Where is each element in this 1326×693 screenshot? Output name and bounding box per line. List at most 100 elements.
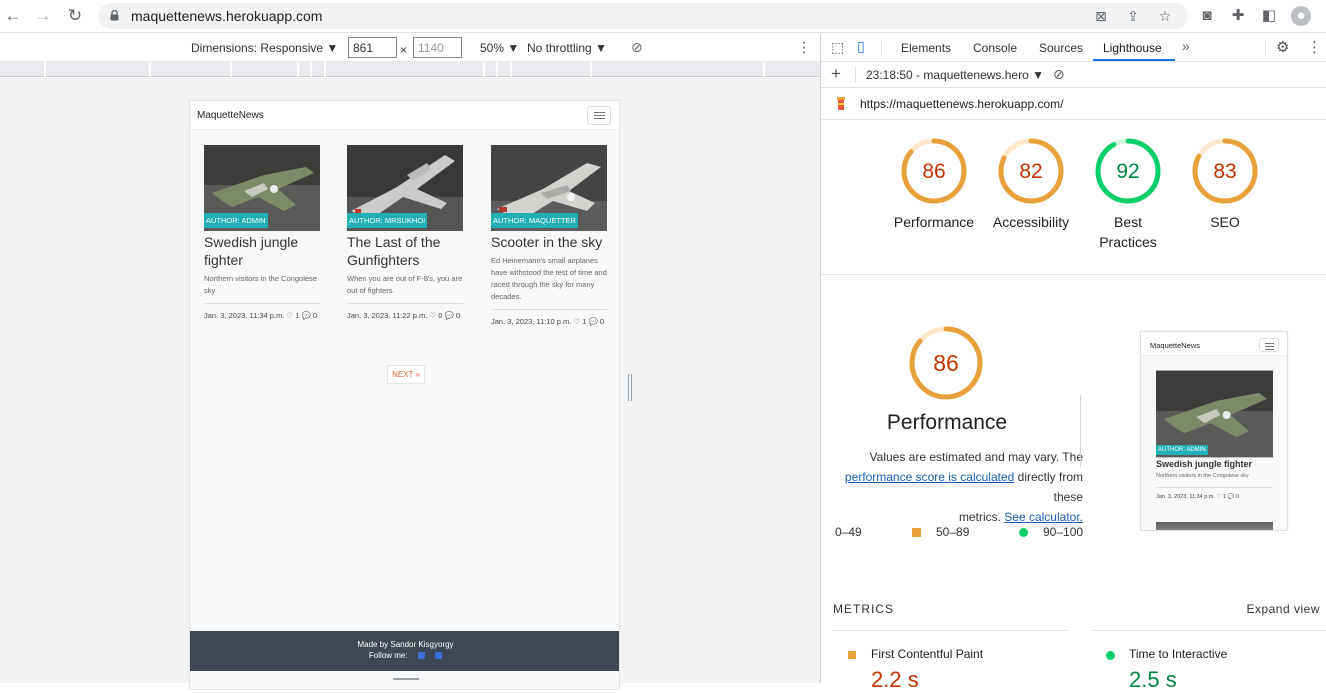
- side-panel-icon[interactable]: ◧: [1259, 6, 1279, 26]
- lock-icon: [110, 10, 119, 21]
- metrics-heading: METRICS: [833, 602, 894, 616]
- post-card[interactable]: AUTHOR: MAQUETTER Scooter in the sky Ed …: [491, 145, 607, 327]
- inspect-element-icon[interactable]: ⬚: [831, 39, 844, 56]
- emulated-viewport: MaquetteNews AUTHOR: ADMIN Swedish jungl…: [0, 78, 820, 690]
- more-tabs-icon[interactable]: »: [1182, 38, 1190, 54]
- settings-gear-icon[interactable]: ⚙: [1276, 38, 1289, 56]
- post-meta: Jan. 3, 2023, 11:22 p.m. ♡ 0 💬 0: [347, 311, 461, 320]
- next-page-button[interactable]: NEXT »: [387, 365, 425, 384]
- note-text: Values are estimated and may vary. The: [869, 450, 1083, 464]
- average-square-icon: [848, 651, 856, 659]
- metric-time-to-interactive: Time to Interactive 2.5 s: [1091, 630, 1326, 692]
- see-calculator-link[interactable]: See calculator.: [1004, 510, 1083, 524]
- devtools-tabbar: ⬚ ▯ Elements Console Sources Lighthouse …: [821, 34, 1326, 62]
- dimensions-dropdown[interactable]: Dimensions: Responsive ▼: [191, 41, 338, 55]
- author-badge: AUTHOR: ADMIN: [204, 213, 268, 228]
- tab-console[interactable]: Console: [973, 41, 1017, 55]
- legend-pass-range: 90–100: [1043, 525, 1084, 539]
- extensions-icon[interactable]: ✚: [1228, 6, 1248, 26]
- legend-fail-range: 0–49: [835, 525, 862, 539]
- metric-name: First Contentful Paint: [871, 647, 984, 661]
- metrics-list: First Contentful Paint 2.2 s Time to Int…: [833, 630, 1326, 692]
- tab-lighthouse[interactable]: Lighthouse: [1103, 41, 1162, 55]
- post-title[interactable]: The Last of the Gunfighters: [347, 233, 463, 269]
- devtools-menu-icon[interactable]: ⋮: [1307, 38, 1322, 56]
- metric-value: 2.2 s: [871, 667, 919, 692]
- post-image[interactable]: AUTHOR: MRSUKHOI: [347, 145, 463, 231]
- thumb-excerpt: Northern visitors in the Congolese sky: [1156, 473, 1249, 479]
- post-excerpt: When you are out of F-8's, you are out o…: [347, 274, 463, 295]
- media-icon[interactable]: ◙: [1197, 6, 1217, 26]
- hamburger-menu-icon[interactable]: [587, 106, 611, 125]
- svg-text:86: 86: [922, 160, 945, 183]
- average-square-icon: [912, 528, 921, 537]
- score-label: SEO: [1210, 214, 1240, 230]
- score-gauge-best-practices[interactable]: 92 Best Practices: [1083, 138, 1173, 252]
- score-calculated-link[interactable]: performance score is calculated: [845, 470, 1014, 484]
- score-gauge-accessibility[interactable]: 82 Accessibility: [986, 138, 1076, 232]
- footer-credit: Made by Sandor Kisgyorgy: [357, 640, 454, 649]
- gauge-ring: 86: [901, 138, 967, 204]
- metrics-heading-row: METRICS Expand view: [833, 602, 1326, 622]
- expand-view-toggle[interactable]: Expand view: [1246, 602, 1320, 616]
- performance-title: Performance: [886, 411, 1008, 434]
- lighthouse-logo-icon: [837, 97, 845, 110]
- post-card[interactable]: AUTHOR: ADMIN Swedish jungle fighter Nor…: [204, 145, 320, 321]
- thumb-author-badge: AUTHOR: ADMIN: [1156, 445, 1208, 455]
- reload-icon[interactable]: ↻: [64, 5, 86, 27]
- height-input[interactable]: 1140: [413, 37, 462, 58]
- gauge-ring: 83: [1192, 138, 1258, 204]
- back-arrow-icon[interactable]: ←: [2, 5, 24, 27]
- forward-arrow-icon[interactable]: →: [32, 5, 54, 27]
- thumb-title: Swedish jungle fighter: [1156, 459, 1253, 469]
- translate-icon[interactable]: ⊠: [1092, 8, 1110, 24]
- score-gauge-performance[interactable]: 86 Performance: [889, 138, 979, 232]
- metric-name: Time to Interactive: [1129, 647, 1228, 661]
- address-bar[interactable]: maquettenews.herokuapp.com ⊠ ⇪ ☆: [98, 3, 1188, 29]
- new-report-icon[interactable]: +: [831, 64, 841, 84]
- media-query-ruler[interactable]: [0, 62, 820, 77]
- final-screenshot-thumbnail[interactable]: MaquetteNews AUTHOR: ADMIN Swedish jungl…: [1140, 331, 1288, 531]
- social-icon[interactable]: [435, 652, 443, 660]
- profile-avatar-icon[interactable]: ●: [1291, 6, 1311, 26]
- site-footer: Made by Sandor Kisgyorgy Follow me:: [190, 631, 619, 671]
- devtools-panel: ⬚ ▯ Elements Console Sources Lighthouse …: [819, 34, 1326, 692]
- resize-handle-bottom[interactable]: [393, 678, 419, 680]
- site-brand[interactable]: MaquetteNews: [197, 110, 264, 121]
- audited-url[interactable]: https://maquettenews.herokuapp.com/: [860, 97, 1063, 111]
- share-icon[interactable]: ⇪: [1124, 8, 1142, 24]
- device-toolbar: Dimensions: Responsive ▼ 861 × 1140 50% …: [0, 34, 820, 62]
- zoom-dropdown[interactable]: 50% ▼: [480, 41, 519, 55]
- thumb-hamburger-icon: [1259, 338, 1279, 352]
- svg-text:92: 92: [1116, 160, 1139, 183]
- pass-circle-icon: [1106, 651, 1115, 660]
- score-label: Accessibility: [992, 214, 1070, 230]
- performance-note: Values are estimated and may vary. The p…: [819, 447, 1083, 527]
- post-image[interactable]: AUTHOR: ADMIN: [204, 145, 320, 231]
- rotate-icon[interactable]: ⊘: [631, 39, 643, 56]
- post-image[interactable]: AUTHOR: MAQUETTER: [491, 145, 607, 231]
- legend-average-range: 50–89: [936, 525, 970, 539]
- score-label: Performance: [893, 214, 975, 230]
- facebook-icon[interactable]: [417, 652, 425, 660]
- clear-reports-icon[interactable]: ⊘: [1053, 66, 1065, 83]
- page-preview: MaquetteNews AUTHOR: ADMIN Swedish jungl…: [189, 100, 620, 690]
- dimension-separator: ×: [400, 43, 408, 57]
- post-excerpt: Northern visitors in the Congolese sky: [204, 274, 317, 295]
- throttling-dropdown[interactable]: No throttling ▼: [527, 41, 607, 55]
- post-title[interactable]: Swedish jungle fighter: [204, 233, 320, 269]
- width-input[interactable]: 861: [348, 37, 397, 58]
- report-select[interactable]: 23:18:50 - maquettenews.hero ▼: [866, 68, 1044, 82]
- score-gauge-seo[interactable]: 83 SEO: [1180, 138, 1270, 232]
- url-text[interactable]: maquettenews.herokuapp.com: [131, 8, 322, 24]
- resize-handle-right[interactable]: [627, 374, 633, 401]
- kebab-menu-icon[interactable]: ⋮: [797, 39, 811, 56]
- tab-sources[interactable]: Sources: [1039, 41, 1083, 55]
- svg-text:86: 86: [933, 350, 959, 376]
- post-card[interactable]: AUTHOR: MRSUKHOI The Last of the Gunfigh…: [347, 145, 463, 321]
- device-toggle-icon[interactable]: ▯: [857, 38, 865, 55]
- pass-circle-icon: [1019, 528, 1028, 537]
- post-title[interactable]: Scooter in the sky: [491, 233, 607, 251]
- bookmark-star-icon[interactable]: ☆: [1156, 8, 1174, 24]
- tab-elements[interactable]: Elements: [901, 41, 951, 55]
